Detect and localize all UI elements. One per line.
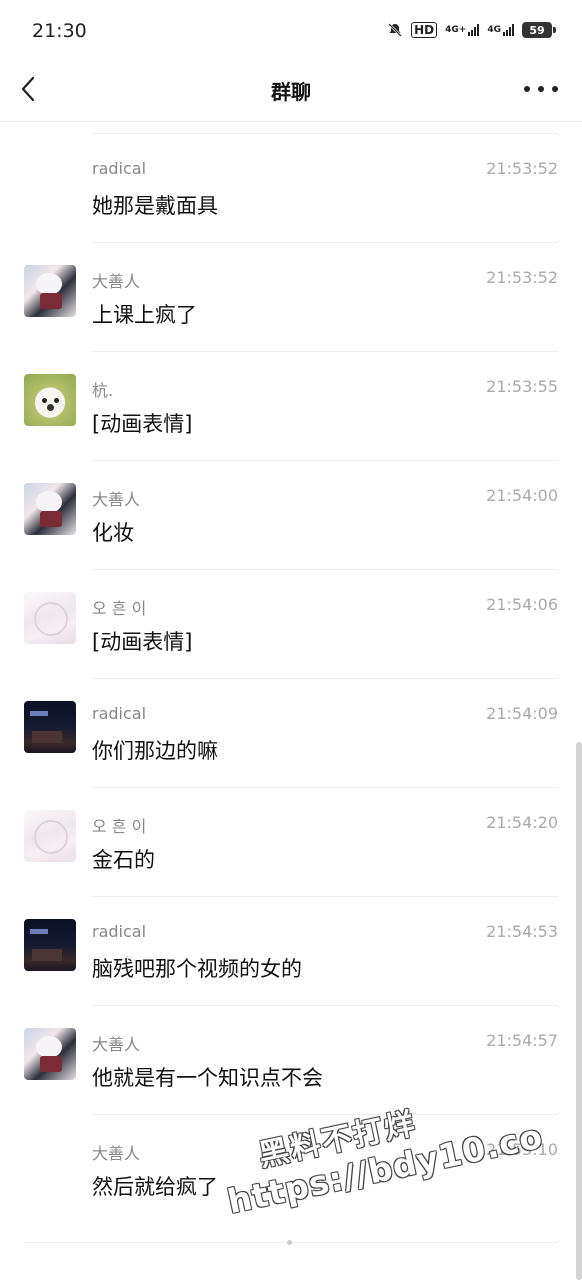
avatar[interactable] — [24, 1028, 76, 1080]
message-sender: 大善人 — [92, 1035, 141, 1054]
message-item[interactable]: radical 21:54:09 你们那边的嘛 — [0, 679, 582, 788]
battery-icon: 59 — [522, 22, 556, 38]
message-sender: 大善人 — [92, 272, 141, 291]
avatar[interactable] — [24, 265, 76, 317]
avatar[interactable] — [24, 483, 76, 535]
message-item[interactable]: 大善人 21:55:10 然后就给疯了 — [0, 1115, 582, 1224]
message-sender: 오 흔 이 — [92, 817, 147, 836]
message-sender: radical — [92, 159, 147, 178]
more-options-button[interactable] — [524, 78, 558, 100]
status-time: 21:30 — [32, 20, 87, 42]
message-text: 你们那边的嘛 — [92, 739, 218, 763]
message-item[interactable]: 오 흔 이 21:54:20 金石的 — [0, 788, 582, 897]
message-list[interactable]: radical 21:53:52 她那是戴面具 大善人 21:53:52 上课上… — [0, 134, 582, 1224]
message-text: 脑残吧那个视频的女的 — [92, 957, 302, 981]
message-sender: radical — [92, 704, 147, 723]
signal-icon-1: 4G+ — [445, 24, 480, 36]
status-icons: HD 4G+ 4G 59 — [387, 22, 556, 38]
message-sender: radical — [92, 922, 147, 941]
page-title: 群聊 — [271, 80, 311, 104]
avatar[interactable] — [24, 810, 76, 862]
message-time: 21:53:55 — [486, 377, 558, 396]
message-text: 金石的 — [92, 848, 155, 872]
message-time: 21:53:52 — [486, 159, 558, 178]
avatar[interactable] — [24, 701, 76, 753]
message-item[interactable]: 오 흔 이 21:54:06 [动画表情] — [0, 570, 582, 679]
avatar[interactable] — [24, 919, 76, 971]
message-item[interactable]: 杭. 21:53:55 [动画表情] — [0, 352, 582, 461]
nav-bar: 群聊 — [0, 64, 582, 122]
message-item[interactable]: radical 21:53:52 她那是戴面具 — [0, 134, 582, 243]
message-time: 21:54:09 — [486, 704, 558, 723]
message-time: 21:54:57 — [486, 1031, 558, 1050]
list-footer — [0, 1240, 582, 1280]
status-bar: 21:30 HD 4G+ 4G 59 — [0, 0, 582, 64]
message-time: 21:55:10 — [486, 1140, 558, 1159]
signal-icon-2: 4G — [487, 24, 514, 36]
message-text: [动画表情] — [92, 630, 193, 654]
message-item[interactable]: radical 21:54:53 脑残吧那个视频的女的 — [0, 897, 582, 1006]
message-item[interactable]: 大善人 21:53:52 上课上疯了 — [0, 243, 582, 352]
message-time: 21:54:00 — [486, 486, 558, 505]
message-text: 她那是戴面具 — [92, 194, 218, 218]
more-dot-icon — [538, 86, 544, 92]
signal-bars-icon — [468, 24, 480, 36]
more-dot-icon — [524, 86, 530, 92]
message-time: 21:54:06 — [486, 595, 558, 614]
more-dot-icon — [552, 86, 558, 92]
message-sender: 杭. — [92, 381, 114, 400]
avatar[interactable] — [24, 592, 76, 644]
message-sender: 大善人 — [92, 490, 141, 509]
message-text: 然后就给疯了 — [92, 1175, 218, 1199]
message-text: 化妆 — [92, 521, 134, 545]
mute-bell-icon — [387, 22, 403, 38]
message-text: 上课上疯了 — [92, 303, 197, 327]
message-time: 21:53:52 — [486, 268, 558, 287]
scrollbar[interactable] — [576, 742, 582, 1280]
hd-voice-icon: HD — [411, 22, 438, 38]
message-item[interactable]: 大善人 21:54:57 他就是有一个知识点不会 — [0, 1006, 582, 1115]
network-type-label: 4G+ — [445, 24, 467, 35]
avatar[interactable] — [24, 374, 76, 426]
message-sender: 大善人 — [92, 1144, 141, 1163]
message-time: 21:54:53 — [486, 922, 558, 941]
message-sender: 오 흔 이 — [92, 599, 147, 618]
message-text: [动画表情] — [92, 412, 193, 436]
message-text: 他就是有一个知识点不会 — [92, 1066, 323, 1090]
signal-bars-icon — [503, 24, 514, 36]
network-type-label: 4G — [487, 24, 501, 35]
loading-dot-icon — [287, 1240, 292, 1245]
message-item[interactable]: 大善人 21:54:00 化妆 — [0, 461, 582, 570]
message-time: 21:54:20 — [486, 813, 558, 832]
